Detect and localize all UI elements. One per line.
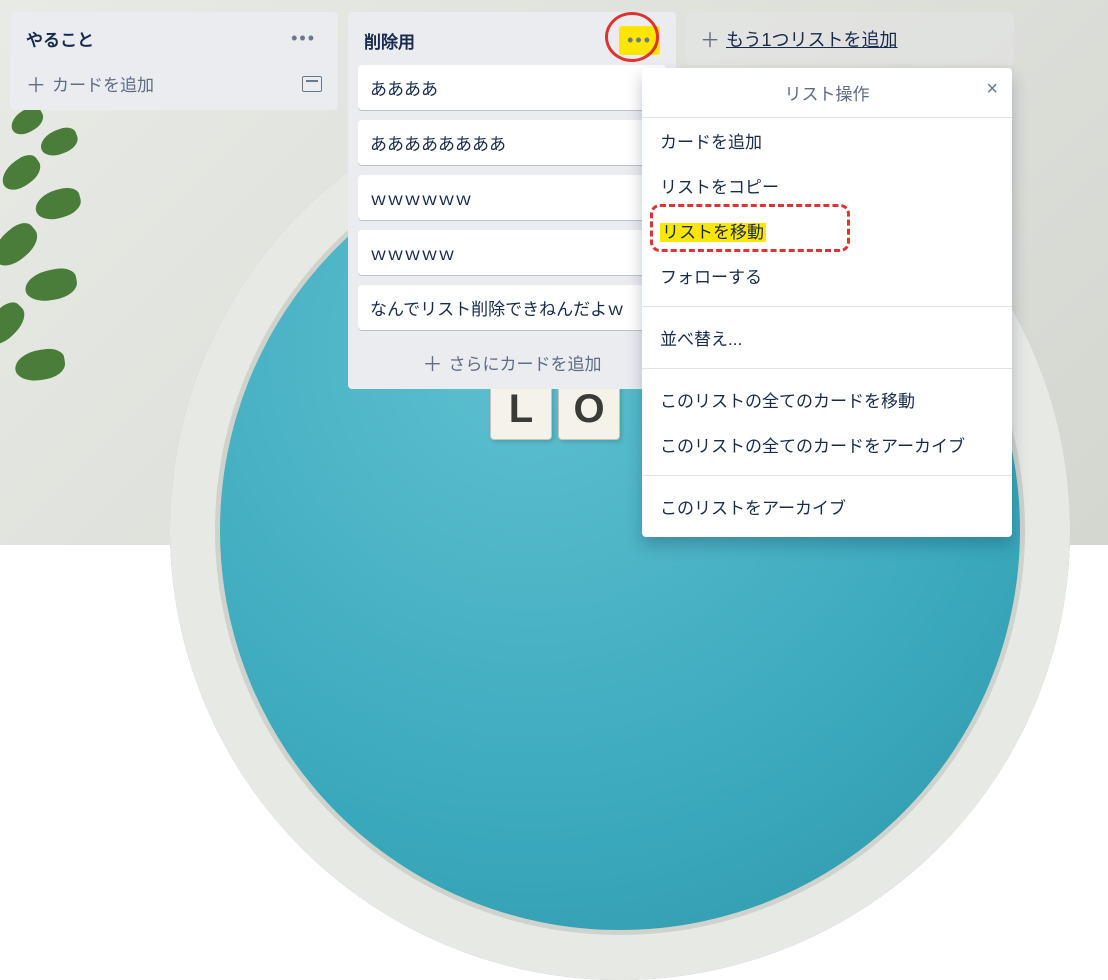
ellipsis-icon: •••: [627, 30, 652, 50]
add-card-label: カードを追加: [52, 71, 154, 96]
card[interactable]: ああああ: [358, 65, 666, 110]
popover-title: リスト操作: [785, 80, 870, 105]
add-list-label: もう1つリストを追加: [726, 26, 897, 52]
popover-item-add-card[interactable]: カードを追加: [642, 118, 1012, 163]
popover-item-move-all-cards[interactable]: このリストの全てのカードを移動: [642, 377, 1012, 422]
popover-item-label: リストを移動: [660, 223, 766, 242]
divider: [642, 475, 1012, 476]
add-card-button[interactable]: ＋ さらにカードを追加: [423, 348, 602, 377]
list-header: やること •••: [20, 22, 328, 61]
plus-icon: ＋: [26, 69, 46, 98]
popover-item-archive-all-cards[interactable]: このリストの全てのカードをアーカイブ: [642, 422, 1012, 467]
popover-header: リスト操作 ×: [642, 68, 1012, 118]
plus-icon: ＋: [700, 24, 720, 53]
list-menu-button[interactable]: •••: [619, 26, 660, 55]
list-delete: 削除用 ••• ああああ ああああああああ ｗｗｗｗｗｗ ｗｗｗｗｗ なんでリス…: [348, 12, 676, 389]
close-icon[interactable]: ×: [986, 78, 998, 101]
list-actions-popover: リスト操作 × カードを追加 リストをコピー リストを移動 フォローする 並べ替…: [642, 68, 1012, 537]
add-card-button[interactable]: ＋ カードを追加: [26, 69, 154, 98]
card[interactable]: なんでリスト削除できねんだよｗ: [358, 285, 666, 330]
popover-item-copy-list[interactable]: リストをコピー: [642, 163, 1012, 208]
plus-icon: ＋: [423, 348, 443, 377]
divider: [642, 306, 1012, 307]
add-card-row: ＋ さらにカードを追加: [358, 340, 666, 379]
list-title[interactable]: 削除用: [364, 28, 415, 53]
card-template-button[interactable]: [302, 76, 322, 92]
popover-item-follow[interactable]: フォローする: [642, 253, 1012, 298]
add-card-label: さらにカードを追加: [449, 350, 602, 375]
list-title[interactable]: やること: [26, 26, 94, 51]
divider: [642, 368, 1012, 369]
add-card-row: ＋ カードを追加: [20, 61, 328, 100]
popover-item-archive-list[interactable]: このリストをアーカイブ: [642, 484, 1012, 529]
add-list-button[interactable]: ＋ もう1つリストを追加: [686, 12, 1014, 65]
card[interactable]: ｗｗｗｗｗ: [358, 230, 666, 275]
popover-item-move-list[interactable]: リストを移動: [642, 208, 1012, 253]
template-icon: [302, 76, 322, 92]
ellipsis-icon: •••: [291, 28, 316, 48]
card[interactable]: ああああああああ: [358, 120, 666, 165]
list-menu-button[interactable]: •••: [285, 26, 322, 51]
card[interactable]: ｗｗｗｗｗｗ: [358, 175, 666, 220]
list-todo: やること ••• ＋ カードを追加: [10, 12, 338, 110]
popover-item-sort[interactable]: 並べ替え...: [642, 315, 1012, 360]
list-header: 削除用 •••: [358, 22, 666, 65]
